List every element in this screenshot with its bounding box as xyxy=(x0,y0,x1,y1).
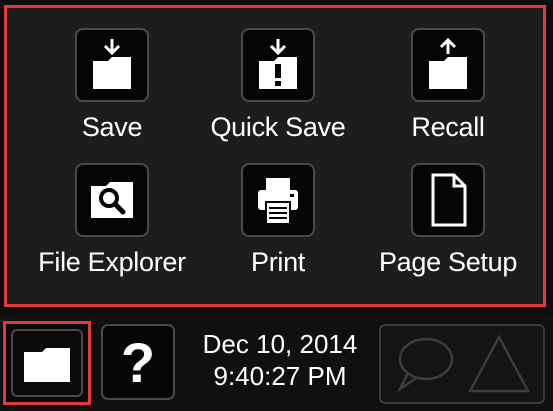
print-label: Print xyxy=(250,247,306,277)
print-button[interactable]: Print xyxy=(193,163,363,298)
notification-area[interactable] xyxy=(379,324,545,404)
folder-icon xyxy=(11,329,83,397)
taskbar: ? Dec 10, 2014 9:40:27 PM xyxy=(0,316,553,411)
quick-save-label: Quick Save xyxy=(210,112,346,142)
file-explorer-label: File Explorer xyxy=(38,247,186,277)
date-text: Dec 10, 2014 xyxy=(202,329,358,359)
date-time-display[interactable]: Dec 10, 2014 9:40:27 PM xyxy=(185,328,375,392)
time-text: 9:40:27 PM xyxy=(213,361,347,391)
recall-button[interactable]: Recall xyxy=(363,28,533,163)
recall-folder-icon xyxy=(411,28,485,102)
save-button[interactable]: Save xyxy=(27,28,197,163)
svg-text:?: ? xyxy=(121,332,155,392)
quick-save-folder-icon xyxy=(241,28,315,102)
file-explorer-button[interactable]: File Explorer xyxy=(27,163,197,298)
save-label: Save xyxy=(81,112,143,142)
page-setup-label: Page Setup xyxy=(378,247,518,277)
help-button[interactable]: ? xyxy=(101,324,175,400)
question-mark-icon: ? xyxy=(121,332,155,392)
printer-icon xyxy=(241,163,315,237)
recall-label: Recall xyxy=(411,112,485,142)
page-icon xyxy=(411,163,485,237)
quick-save-button[interactable]: Quick Save xyxy=(193,28,363,163)
warning-triangle-icon xyxy=(467,334,531,393)
message-bubble-icon xyxy=(396,337,454,393)
file-explorer-icon xyxy=(75,163,149,237)
file-menu-panel: Save Quick Save Recall File Explorer Pri… xyxy=(4,5,546,307)
save-folder-icon xyxy=(75,28,149,102)
page-setup-button[interactable]: Page Setup xyxy=(363,163,533,298)
file-menu-toggle-button[interactable] xyxy=(3,321,91,405)
